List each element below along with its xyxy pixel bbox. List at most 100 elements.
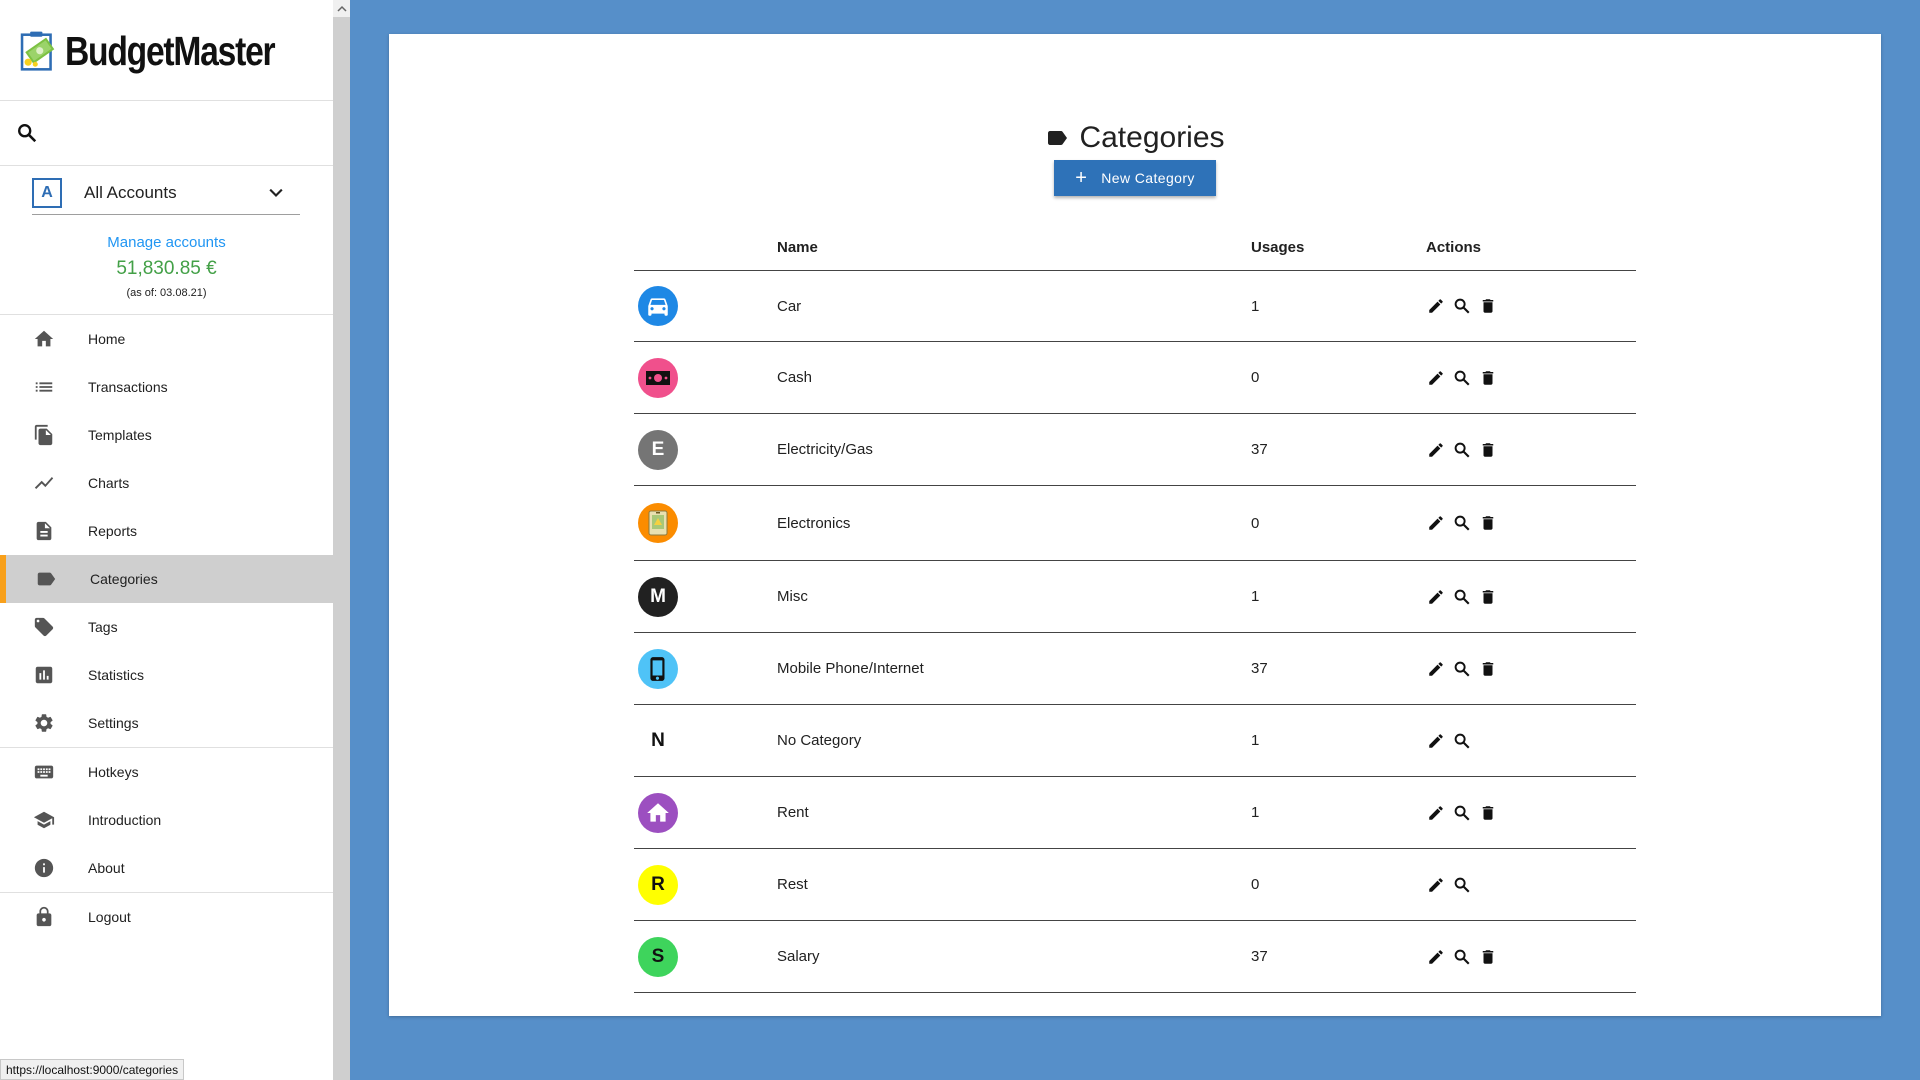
category-actions <box>1426 486 1498 560</box>
table-row: Cash 0 <box>634 342 1636 414</box>
nav-item-hotkeys[interactable]: Hotkeys <box>0 748 333 796</box>
search-icon[interactable] <box>1452 296 1472 316</box>
table-row: M Misc 1 <box>634 561 1636 633</box>
search-icon[interactable] <box>1452 659 1472 679</box>
nav-item-categories[interactable]: Categories <box>0 555 333 603</box>
nav-item-templates[interactable]: Templates <box>0 411 333 459</box>
line-chart-icon <box>32 471 56 495</box>
edit-icon[interactable] <box>1426 296 1446 316</box>
chevron-down-icon <box>269 188 283 198</box>
delete-icon[interactable] <box>1478 296 1498 316</box>
category-usages: 1 <box>1251 804 1260 821</box>
category-actions <box>1426 777 1498 848</box>
edit-icon[interactable] <box>1426 368 1446 388</box>
search-icon[interactable] <box>1452 513 1472 533</box>
table-row: S Salary 37 <box>634 921 1636 993</box>
delete-icon[interactable] <box>1478 513 1498 533</box>
table-header: Name Usages Actions <box>634 224 1636 271</box>
edit-icon[interactable] <box>1426 947 1446 967</box>
account-balance: 51,830.85 € <box>116 258 217 279</box>
account-letter-badge: A <box>32 178 62 208</box>
category-actions <box>1426 561 1498 632</box>
edit-icon[interactable] <box>1426 513 1446 533</box>
keyboard-icon <box>32 760 56 784</box>
tag-icon <box>32 615 56 639</box>
status-bar-url: https://localhost:9000/categories <box>0 1059 185 1080</box>
category-actions <box>1426 921 1498 992</box>
header-actions: Actions <box>1426 238 1482 256</box>
nav-item-charts[interactable]: Charts <box>0 459 333 507</box>
divider <box>0 100 333 101</box>
search-icon[interactable] <box>1452 731 1472 751</box>
search-icon[interactable] <box>1452 587 1472 607</box>
plus-icon: + <box>1075 167 1088 189</box>
nav-item-reports[interactable]: Reports <box>0 507 333 555</box>
category-usages: 1 <box>1251 297 1260 315</box>
edit-icon[interactable] <box>1426 875 1446 895</box>
category-letter-badge: R <box>638 864 678 905</box>
gear-icon <box>32 711 56 735</box>
nav-item-home[interactable]: Home <box>0 315 333 363</box>
page-title-text: Categories <box>1079 121 1225 154</box>
delete-icon[interactable] <box>1478 803 1498 823</box>
money-icon <box>638 357 678 398</box>
edit-icon[interactable] <box>1426 659 1446 679</box>
categories-card: Categories + New Category Name Usages Ac… <box>389 34 1881 1016</box>
search-icon[interactable] <box>1452 440 1472 460</box>
search-button[interactable] <box>16 122 316 146</box>
nav-item-about[interactable]: About <box>0 844 333 892</box>
category-icon-cell <box>638 486 678 560</box>
search-icon <box>18 124 37 143</box>
info-icon <box>32 856 56 880</box>
category-usages: 37 <box>1251 660 1268 677</box>
category-usages: 1 <box>1251 732 1260 749</box>
search-icon[interactable] <box>1452 875 1472 895</box>
nav-item-introduction[interactable]: Introduction <box>0 796 333 844</box>
edit-icon[interactable] <box>1426 587 1446 607</box>
chevron-up-icon <box>336 5 347 12</box>
delete-icon[interactable] <box>1478 659 1498 679</box>
nav-item-logout[interactable]: Logout <box>0 893 333 941</box>
delete-icon[interactable] <box>1478 587 1498 607</box>
category-name: Mobile Phone/Internet <box>777 660 924 677</box>
sidebar-scrollbar[interactable] <box>333 0 350 1080</box>
delete-icon[interactable] <box>1478 368 1498 388</box>
scroll-up-arrow[interactable] <box>333 0 350 17</box>
list-icon <box>32 375 56 399</box>
search-icon[interactable] <box>1452 947 1472 967</box>
category-name: Electronics <box>777 514 851 532</box>
edit-icon[interactable] <box>1426 803 1446 823</box>
nav-label: Tags <box>88 619 118 635</box>
school-icon <box>32 808 56 832</box>
edit-icon[interactable] <box>1426 440 1446 460</box>
nav-label: Charts <box>88 475 130 491</box>
divider <box>0 165 333 166</box>
nav-item-tags[interactable]: Tags <box>0 603 333 651</box>
delete-icon[interactable] <box>1478 947 1498 967</box>
delete-icon[interactable] <box>1478 440 1498 460</box>
edit-icon[interactable] <box>1426 731 1446 751</box>
category-name: Rest <box>777 876 808 893</box>
budgetmaster-logo-icon <box>20 31 55 71</box>
category-usages: 37 <box>1251 441 1268 458</box>
category-icon-cell <box>638 271 678 341</box>
nav-item-transactions[interactable]: Transactions <box>0 363 333 411</box>
header-name: Name <box>777 238 818 256</box>
category-actions <box>1426 271 1498 341</box>
manage-accounts-link[interactable]: Manage accounts <box>0 234 333 251</box>
account-select-label: All Accounts <box>84 183 177 202</box>
header-usages: Usages <box>1251 238 1305 256</box>
account-select[interactable]: A All Accounts <box>32 172 300 215</box>
category-icon-cell: N <box>638 705 678 776</box>
category-actions <box>1426 849 1472 920</box>
nav-item-settings[interactable]: Settings <box>0 699 333 747</box>
app-logo[interactable]: BudgetMaster <box>20 10 320 92</box>
label-icon <box>34 567 58 591</box>
nav-item-statistics[interactable]: Statistics <box>0 651 333 699</box>
new-category-button[interactable]: + New Category <box>1054 160 1216 196</box>
nav-label: Logout <box>88 909 131 925</box>
nav-label: Templates <box>88 427 152 443</box>
search-icon[interactable] <box>1452 368 1472 388</box>
category-actions <box>1426 633 1498 704</box>
search-icon[interactable] <box>1452 803 1472 823</box>
